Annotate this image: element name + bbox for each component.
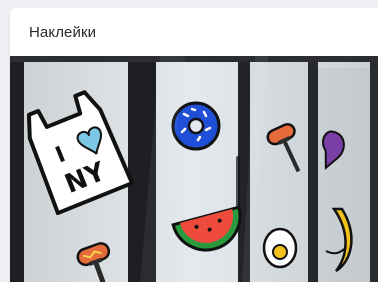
donut-sticker <box>171 101 221 151</box>
fried-egg-sticker <box>262 227 298 269</box>
stickers-card[interactable]: Наклейки I NY <box>10 8 378 282</box>
stickers-photo[interactable]: I NY <box>10 56 378 282</box>
card-header: Наклейки <box>10 8 378 56</box>
frame-divider-4 <box>370 56 378 282</box>
stickers-photo-illustration: I NY <box>10 56 378 282</box>
frame-divider-3 <box>308 56 318 282</box>
frame-top <box>10 56 378 62</box>
card-title: Наклейки <box>29 23 97 41</box>
frame-left <box>10 56 24 282</box>
